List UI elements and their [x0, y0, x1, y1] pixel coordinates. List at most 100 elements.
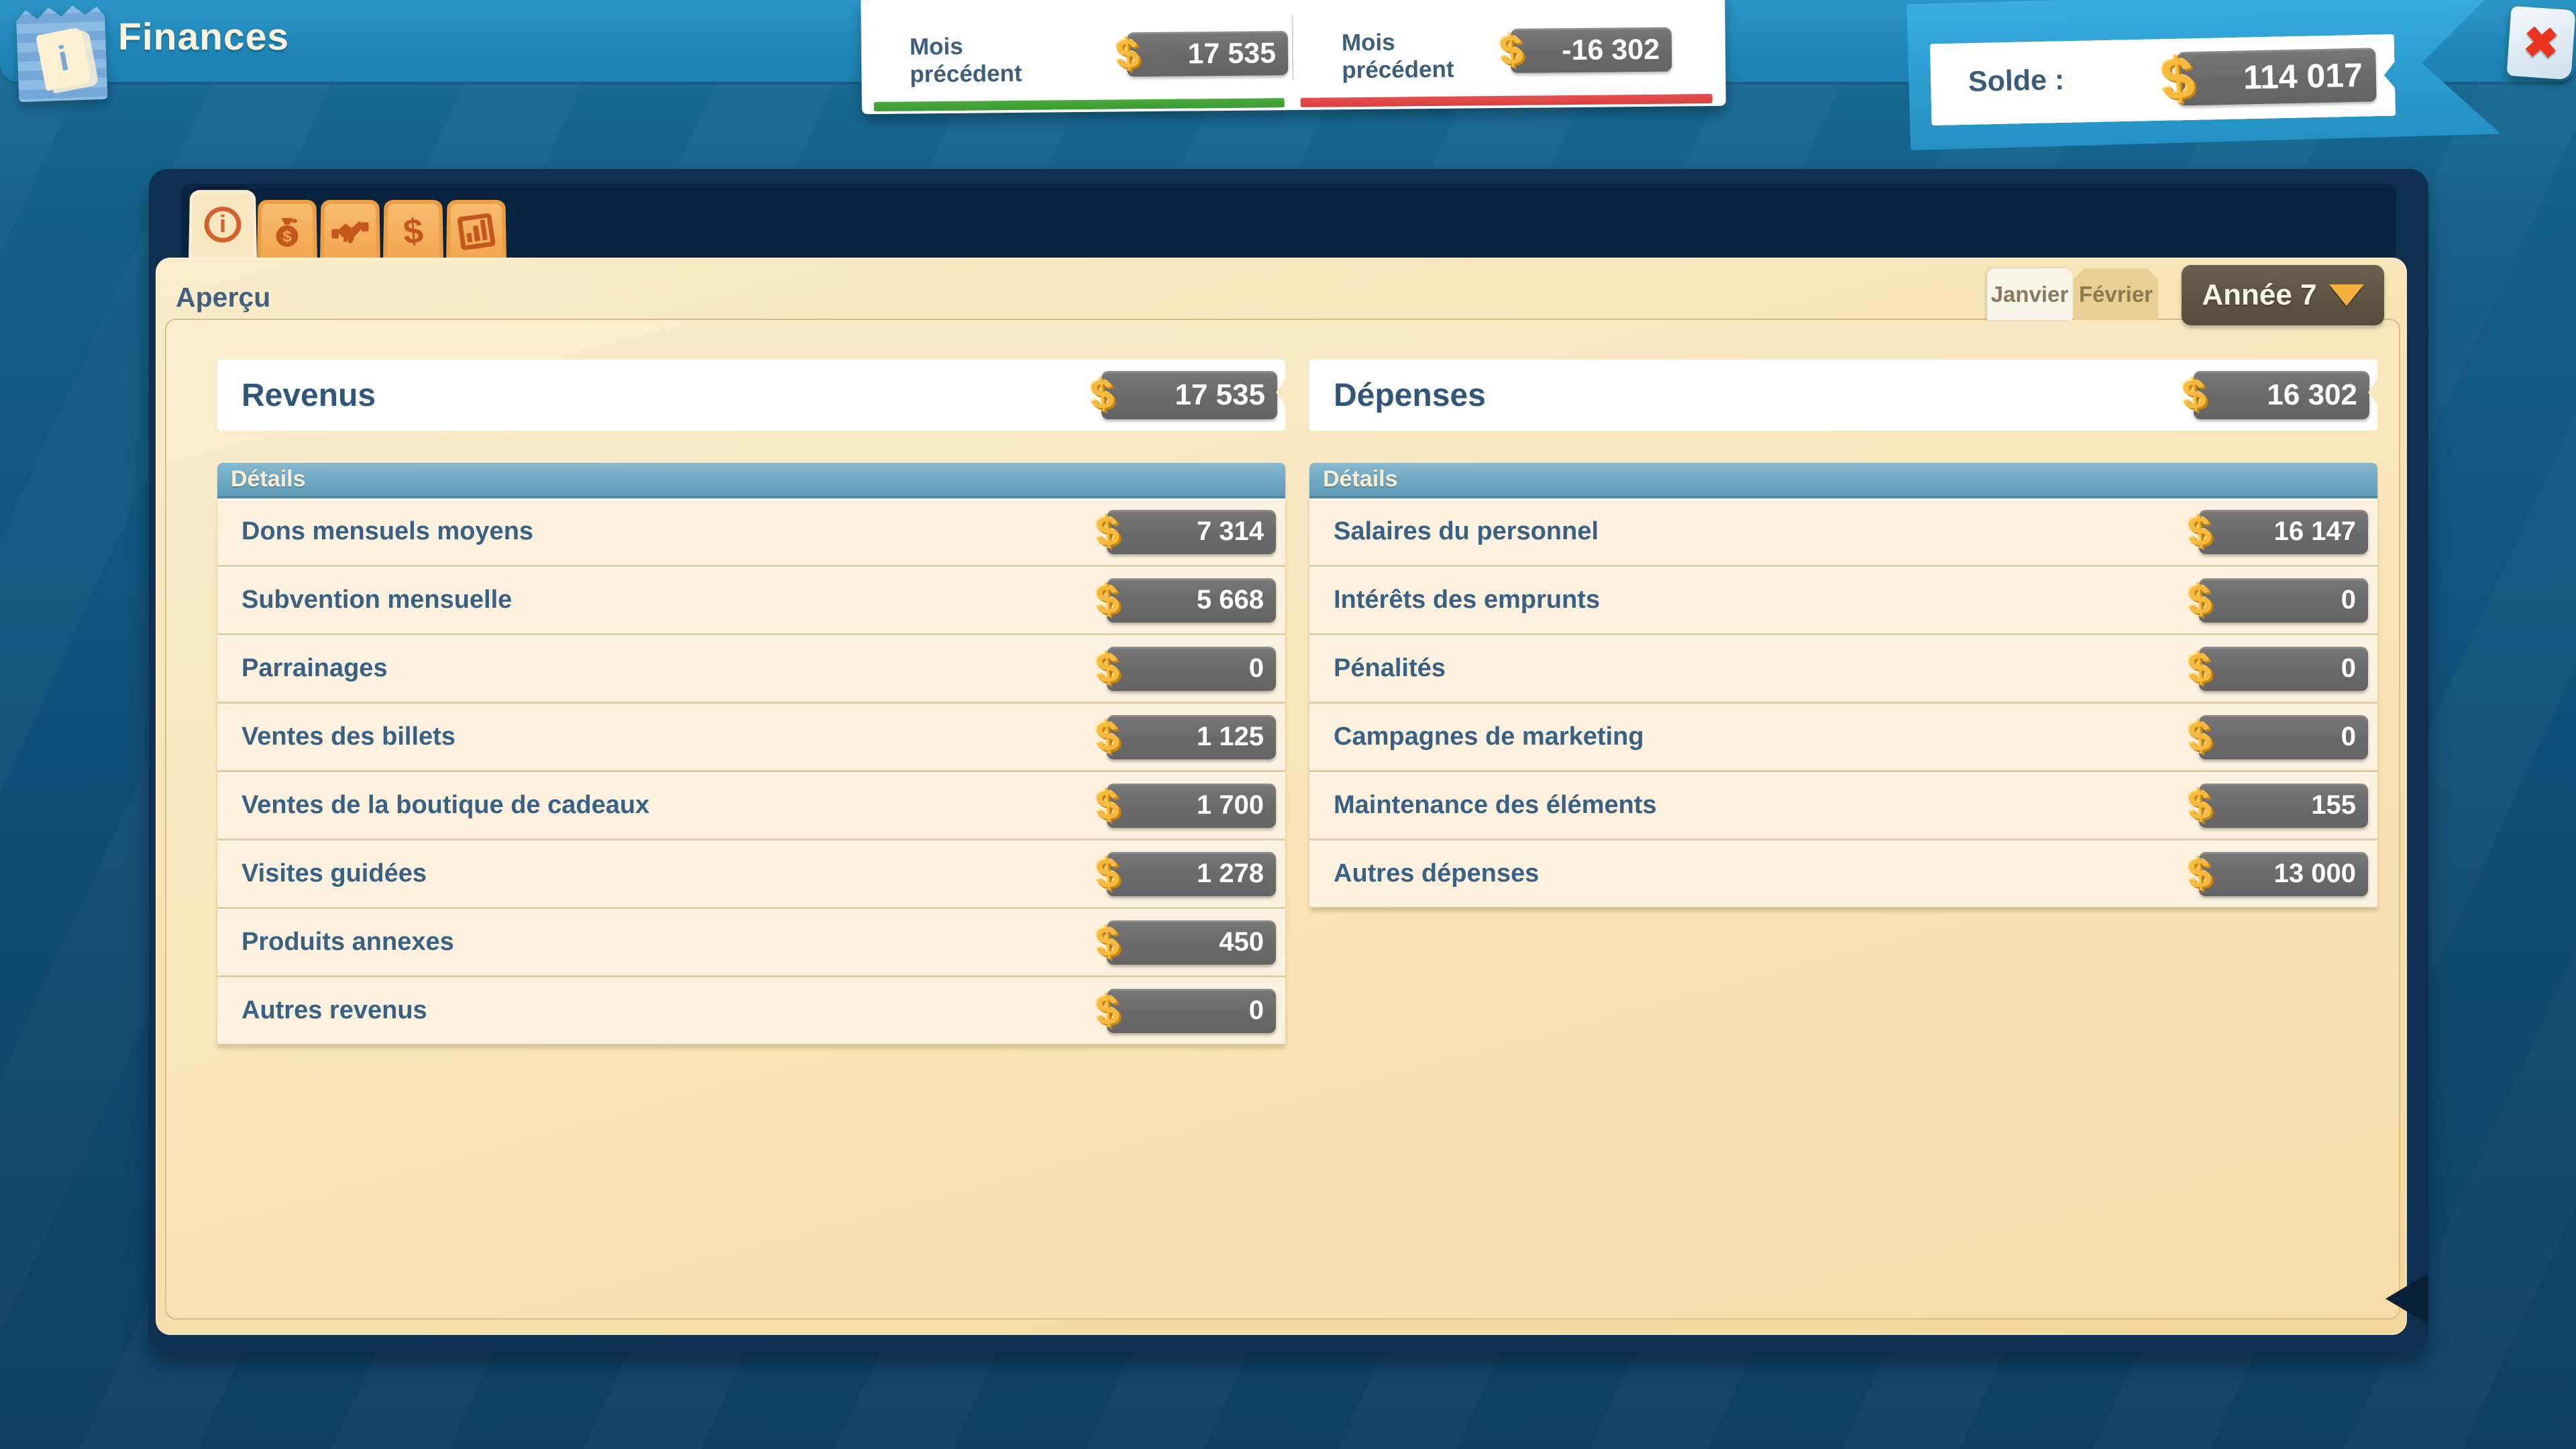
- tab-money[interactable]: $: [383, 200, 443, 260]
- page-title: Finances: [118, 15, 289, 59]
- row-label: Autres dépenses: [1334, 859, 1539, 888]
- row-value: 0: [2199, 578, 2368, 623]
- dollar-icon: $: [1094, 989, 1121, 1032]
- revenues-list: Dons mensuels moyens $7 314 Subvention m…: [217, 498, 1285, 1046]
- dollar-icon: $: [1094, 510, 1121, 553]
- money-badge: $0: [2199, 715, 2368, 759]
- money-badge: $0: [1107, 989, 1276, 1033]
- expenses-column: Dépenses $ 16 302 Détails Salaires du pe…: [1309, 360, 2377, 909]
- prev-month-expense-value: -16 302: [1511, 28, 1672, 73]
- list-item: Visites guidées $1 278: [217, 841, 1285, 909]
- dollar-icon: $: [2181, 374, 2208, 417]
- money-badge: $155: [2199, 784, 2368, 828]
- dollar-icon: $: [1094, 784, 1121, 827]
- money-badge: $1 278: [1107, 852, 1276, 896]
- month-button-fevrier[interactable]: Février: [2074, 268, 2158, 320]
- dollar-icon: $: [2186, 647, 2213, 690]
- list-item: Parrainages $0: [217, 635, 1285, 704]
- tab-stats[interactable]: [446, 200, 506, 260]
- money-badge: $1 125: [1107, 715, 1276, 759]
- dollar-icon: $: [1094, 578, 1121, 622]
- prev-month-income-badge: $ 17 535: [1127, 31, 1289, 76]
- row-label: Parrainages: [241, 654, 388, 683]
- svg-text:$: $: [282, 228, 292, 246]
- row-label: Produits annexes: [241, 928, 454, 957]
- row-value: 155: [2199, 784, 2368, 828]
- revenues-details-header: Détails: [217, 463, 1285, 498]
- list-item: Ventes des billets $1 125: [217, 704, 1285, 772]
- list-item: Produits annexes $450: [217, 909, 1285, 977]
- list-item: Ventes de la boutique de cadeaux $1 700: [217, 772, 1285, 841]
- row-value: 7 314: [1107, 510, 1276, 554]
- tab-inner: $: [261, 203, 313, 260]
- dollar-icon: $: [1498, 29, 1525, 72]
- row-value: 1 700: [1107, 784, 1276, 828]
- dollar-icon: $: [1089, 374, 1116, 417]
- details-label: Détails: [231, 466, 306, 492]
- tab-overview[interactable]: i: [189, 190, 257, 260]
- dollar-icon: $: [1094, 852, 1121, 896]
- row-value: 1 125: [1107, 715, 1276, 759]
- money-badge: $7 314: [1107, 510, 1276, 554]
- prev-month-income-label: Mois précédent: [910, 32, 1065, 88]
- year-dropdown[interactable]: Année 7: [2182, 265, 2384, 325]
- tab-inner: [450, 203, 502, 260]
- row-label: Subvention mensuelle: [241, 586, 512, 614]
- tab-inner: [324, 203, 376, 260]
- finance-book-icon: i: [16, 3, 108, 103]
- row-value: 0: [2199, 647, 2368, 691]
- row-value: 0: [1107, 647, 1276, 691]
- dollar-icon: $: [2186, 852, 2213, 896]
- row-label: Pénalités: [1334, 654, 1446, 683]
- row-value: 0: [1107, 989, 1276, 1033]
- revenues-total-value: 17 535: [1102, 371, 1277, 419]
- dollar-icon: $: [402, 211, 425, 252]
- expenses-details-header: Détails: [1309, 463, 2377, 498]
- mouse-cursor: [2385, 1273, 2428, 1324]
- money-badge: $450: [1107, 920, 1276, 965]
- prev-month-income-value: 17 535: [1127, 31, 1289, 76]
- year-dropdown-label: Année 7: [2202, 278, 2316, 312]
- list-item: Autres revenus $0: [217, 977, 1285, 1046]
- row-value: 13 000: [2199, 852, 2368, 896]
- dollar-icon: $: [2186, 715, 2213, 759]
- list-item: Dons mensuels moyens $7 314: [217, 498, 1285, 567]
- panel-title: Aperçu: [176, 282, 270, 313]
- balance-label: Solde :: [1968, 64, 2064, 99]
- month-button-janvier[interactable]: Janvier: [1987, 268, 2072, 320]
- list-item: Maintenance des éléments $155: [1309, 772, 2377, 841]
- row-label: Ventes de la boutique de cadeaux: [241, 791, 649, 820]
- close-button[interactable]: ✖: [2506, 6, 2575, 80]
- dollar-icon: $: [2158, 48, 2197, 110]
- close-icon: ✖: [2522, 20, 2561, 66]
- chevron-down-icon: [2329, 284, 2364, 306]
- dollar-icon: $: [1094, 715, 1121, 759]
- money-badge: $0: [2199, 578, 2368, 623]
- monthly-summary-panel: Mois précédent $ 17 535 Mois précédent $…: [861, 0, 1726, 114]
- row-value: 0: [2199, 715, 2368, 759]
- revenues-title: Revenus: [241, 377, 376, 414]
- row-value: 450: [1107, 920, 1276, 965]
- row-label: Intérêts des emprunts: [1334, 586, 1600, 614]
- finances-screen: i Finances Mois précédent $ 17 535 Mois …: [0, 0, 2576, 1449]
- tab-sponsorship[interactable]: [320, 200, 380, 260]
- revenues-column: Revenus $ 17 535 Détails Dons mensuels m…: [217, 360, 1285, 1046]
- row-value: 5 668: [1107, 578, 1276, 623]
- dollar-icon: $: [2186, 510, 2213, 553]
- list-item: Subvention mensuelle $5 668: [217, 567, 1285, 635]
- expense-underline-bar: [1301, 94, 1713, 107]
- row-value: 1 278: [1107, 852, 1276, 896]
- expenses-header: Dépenses $ 16 302: [1309, 360, 2377, 431]
- row-label: Campagnes de marketing: [1334, 722, 1644, 751]
- balance-panel: Solde : $ 114 017: [1930, 34, 2396, 125]
- prev-month-expense-label: Mois précédent: [1342, 28, 1497, 84]
- row-label: Autres revenus: [241, 996, 427, 1025]
- dollar-icon: $: [1094, 647, 1121, 690]
- tab-strip-background: [181, 184, 2396, 260]
- tab-donations[interactable]: $: [257, 200, 317, 260]
- info-icon: i: [204, 207, 241, 242]
- money-badge: $0: [1107, 647, 1276, 691]
- money-badge: $1 700: [1107, 784, 1276, 828]
- money-badge: $16 147: [2199, 510, 2368, 554]
- list-item: Salaires du personnel $16 147: [1309, 498, 2377, 567]
